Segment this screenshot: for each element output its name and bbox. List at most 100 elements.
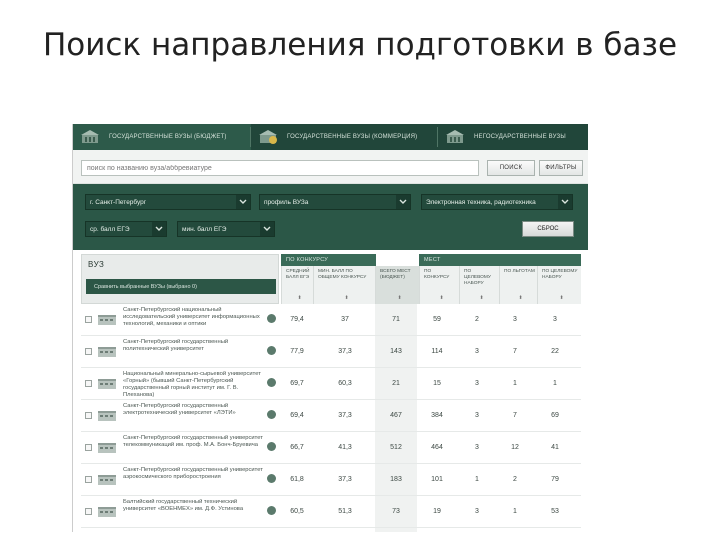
filter-panel: г. Санкт-Петербург профиль ВУЗа Электрон… — [73, 184, 588, 250]
chevron-down-icon — [558, 195, 572, 209]
column-header[interactable]: ПО ЦЕЛЕВОМУ НАБОРУ ⬍ — [459, 266, 499, 304]
university-icon — [97, 313, 117, 325]
table-cell: 69,7 — [290, 380, 304, 387]
compare-button[interactable]: Сравнить выбранные ВУЗы (выбрано 0) — [86, 279, 276, 294]
column-header[interactable]: МИН. БАЛЛ ПО ОБЩЕМУ КОНКУРСУ ⬍ — [313, 266, 375, 304]
info-icon[interactable] — [267, 346, 276, 355]
compare-checkbox[interactable] — [85, 508, 92, 515]
table-cell: 66,7 — [290, 444, 304, 451]
table-cell: 2 — [513, 476, 517, 483]
compare-checkbox[interactable] — [85, 316, 92, 323]
table-cell: 37,3 — [338, 412, 352, 419]
university-name-link[interactable]: Национальный минерально-сырьевой универс… — [123, 371, 265, 399]
group-header-contest: ПО КОНКУРСУ — [281, 254, 376, 266]
table-cell: 512 — [390, 444, 402, 451]
compare-checkbox[interactable] — [85, 412, 92, 419]
table-cell: 37,3 — [338, 348, 352, 355]
building-icon — [79, 128, 101, 146]
table-row[interactable]: Санкт-Петербургский государственный элек… — [81, 400, 581, 432]
university-name-link[interactable]: Санкт-Петербургский государственный поли… — [123, 339, 265, 367]
tab-non-state[interactable]: НЕГОСУДАРСТВЕННЫЕ ВУЗЫ — [438, 124, 588, 150]
info-icon[interactable] — [267, 506, 276, 515]
info-icon[interactable] — [267, 314, 276, 323]
building-coin-icon — [257, 128, 279, 146]
city-select[interactable]: г. Санкт-Петербург — [85, 194, 251, 210]
vuz-column-label: ВУЗ — [88, 260, 105, 269]
column-header[interactable]: ПО ЛЬГОТАМ ⬍ — [499, 266, 537, 304]
column-header-label: ПО КОНКУРСУ — [424, 269, 450, 280]
table-cell: 464 — [431, 444, 443, 451]
table-row[interactable]: Санкт-Петербургский государственный поли… — [81, 336, 581, 368]
search-button[interactable]: ПОИСК — [487, 160, 535, 176]
chevron-down-icon — [236, 195, 250, 209]
table-row[interactable]: Национальный минерально-сырьевой универс… — [81, 368, 581, 400]
compare-checkbox[interactable] — [85, 476, 92, 483]
university-name-link[interactable]: Балтийский государственный технический у… — [123, 499, 265, 527]
table-cell: 77,9 — [290, 348, 304, 355]
university-name-link[interactable]: Санкт-Петербургский государственный унив… — [123, 435, 265, 463]
table-cell: 22 — [551, 348, 559, 355]
reset-button[interactable]: СБРОС — [522, 221, 574, 237]
column-header[interactable]: ПО КОНКУРСУ ⬍ — [419, 266, 459, 304]
tab-state-budget[interactable]: ГОСУДАРСТВЕННЫЕ ВУЗЫ (БЮДЖЕТ) — [73, 124, 251, 150]
compare-checkbox[interactable] — [85, 444, 92, 451]
sort-icon[interactable]: ⬍ — [519, 295, 523, 301]
table-cell: 1 — [475, 476, 479, 483]
table-cell: 19 — [433, 508, 441, 515]
table-cell: 21 — [392, 380, 400, 387]
profile-select[interactable]: профиль ВУЗа — [259, 194, 411, 210]
table-cell: 60,3 — [338, 380, 352, 387]
table-cell: 2 — [475, 316, 479, 323]
info-icon[interactable] — [267, 474, 276, 483]
info-icon[interactable] — [267, 442, 276, 451]
university-icon — [97, 377, 117, 389]
column-header-label: ПО ЦЕЛЕВОМУ НАБОРУ — [542, 269, 578, 280]
table-cell: 384 — [431, 412, 443, 419]
column-header-label: ПО ЛЬГОТАМ — [504, 269, 535, 274]
chevron-down-icon — [152, 222, 166, 236]
university-icon — [97, 441, 117, 453]
table-cell: 3 — [475, 508, 479, 515]
sort-icon[interactable]: ⬍ — [398, 295, 402, 301]
table-cell: 69 — [551, 412, 559, 419]
sort-icon[interactable]: ⬍ — [440, 295, 444, 301]
avg-score-select[interactable]: ср. балл ЕГЭ — [85, 221, 167, 237]
compare-checkbox[interactable] — [85, 380, 92, 387]
group-header-places: МЕСТ — [419, 254, 581, 266]
table-cell: 3 — [475, 444, 479, 451]
compare-checkbox[interactable] — [85, 348, 92, 355]
table-row[interactable]: Санкт-Петербургский государственный унив… — [81, 464, 581, 496]
table-cell: 59 — [433, 316, 441, 323]
direction-select[interactable]: Электронная техника, радиотехника — [421, 194, 573, 210]
sort-icon[interactable]: ⬍ — [560, 295, 564, 301]
column-header-label: СРЕДНИЙ БАЛЛ ЕГЭ — [286, 269, 310, 280]
table-cell: 1 — [513, 508, 517, 515]
column-header[interactable]: СРЕДНИЙ БАЛЛ ЕГЭ ⬍ — [281, 266, 313, 304]
sort-icon[interactable]: ⬍ — [480, 295, 484, 301]
filters-button[interactable]: ФИЛЬТРЫ — [539, 160, 583, 176]
table-cell: 143 — [390, 348, 402, 355]
sort-icon[interactable]: ⬍ — [345, 295, 349, 301]
info-icon[interactable] — [267, 378, 276, 387]
table-cell: 51,3 — [338, 508, 352, 515]
table-row[interactable]: Балтийский государственный технический у… — [81, 496, 581, 528]
column-header[interactable]: ВСЕГО МЕСТ (БЮДЖЕТ) ⬍ — [375, 266, 419, 304]
building-icon — [444, 128, 466, 146]
university-name-link[interactable]: Санкт-Петербургский национальный исследо… — [123, 307, 265, 335]
column-header[interactable]: ПО ЦЕЛЕВОМУ НАБОРУ ⬍ — [537, 266, 581, 304]
table-cell: 7 — [513, 412, 517, 419]
sort-icon[interactable]: ⬍ — [298, 295, 302, 301]
university-name-link[interactable]: Санкт-Петербургский государственный унив… — [123, 467, 265, 495]
table-cell: 7 — [513, 348, 517, 355]
table-cell: 3 — [475, 412, 479, 419]
university-icon — [97, 473, 117, 485]
table-row[interactable]: Санкт-Петербургский государственный унив… — [81, 432, 581, 464]
slide-title: Поиск направления подготовки в базе — [42, 27, 678, 63]
table-row[interactable]: Санкт-Петербургский национальный исследо… — [81, 304, 581, 336]
info-icon[interactable] — [267, 410, 276, 419]
search-input[interactable] — [81, 160, 479, 176]
university-name-link[interactable]: Санкт-Петербургский государственный элек… — [123, 403, 265, 431]
tab-state-commercial[interactable]: ГОСУДАРСТВЕННЫЕ ВУЗЫ (КОММЕРЦИЯ) — [251, 124, 438, 150]
avg-score-select-value: ср. балл ЕГЭ — [90, 225, 130, 233]
min-score-select[interactable]: мин. балл ЕГЭ — [177, 221, 275, 237]
